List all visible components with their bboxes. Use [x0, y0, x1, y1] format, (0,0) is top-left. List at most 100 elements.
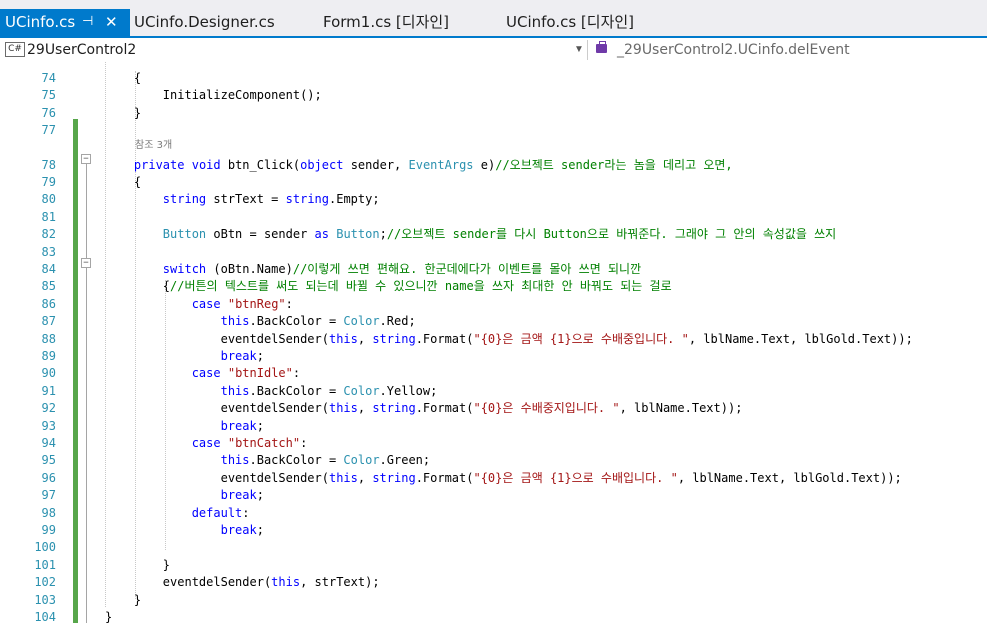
code-token: oBtn = sender [206, 227, 315, 241]
pin-icon[interactable]: ⊣ [82, 9, 93, 35]
code-token: .Yellow; [379, 384, 438, 398]
code-line[interactable]: break; [105, 418, 264, 435]
project-dropdown[interactable]: 29UserControl2 [27, 40, 136, 60]
code-token: : [292, 366, 301, 380]
line-number: 98 [41, 506, 56, 520]
code-line[interactable]: break; [105, 522, 264, 539]
code-line[interactable]: switch (oBtn.Name)//이렇게 쓰면 편해요. 한군데에다가 이… [105, 261, 641, 278]
code-token: sender, [343, 158, 409, 172]
code-line[interactable]: case "btnIdle": [105, 365, 300, 382]
code-line[interactable]: } [105, 609, 112, 623]
code-line[interactable]: this.BackColor = Color.Green; [105, 452, 431, 469]
code-token: .Empty; [329, 192, 380, 206]
code-keyword: break [220, 349, 257, 363]
code-keyword: this [220, 384, 250, 398]
code-line[interactable]: this.BackColor = Color.Red; [105, 313, 416, 330]
code-token: .BackColor = [249, 453, 344, 467]
code-line[interactable]: case "btnCatch": [105, 435, 308, 452]
code-comment: //버튼의 텍스트를 써도 되는데 바뀔 수 있으니깐 name을 쓰자 최대한… [170, 279, 672, 293]
code-line[interactable]: { [105, 70, 141, 87]
delegate-icon [596, 41, 607, 53]
code-token: .Format( [415, 471, 474, 485]
code-line[interactable]: } [105, 105, 141, 122]
code-line[interactable]: private void btn_Click(object sender, Ev… [105, 157, 733, 174]
line-number: 84 [41, 262, 56, 276]
code-token: , [357, 471, 373, 485]
tab-form1-design[interactable]: Form1.cs [디자인] [323, 9, 449, 35]
line-number: 78 [41, 158, 56, 172]
code-line[interactable]: this.BackColor = Color.Yellow; [105, 383, 438, 400]
chevron-down-icon[interactable]: ▼ [574, 40, 584, 60]
code-line[interactable]: break; [105, 348, 264, 365]
tab-ucinfo-cs[interactable]: UCinfo.cs ⊣ ✕ [0, 9, 130, 36]
close-icon[interactable]: ✕ [105, 9, 118, 35]
code-token: eventdelSender( [105, 471, 329, 485]
line-number: 79 [41, 175, 56, 189]
code-token: ; [256, 419, 264, 433]
line-number: 74 [41, 71, 56, 85]
line-number: 85 [41, 279, 56, 293]
code-line[interactable]: eventdelSender(this, string.Format("{0}은… [105, 400, 743, 417]
code-token: , lblName.Text, lblGold.Text)); [688, 332, 913, 346]
code-comment: //오브젝트 sender를 다시 Button으로 바꿔준다. 그래야 그 안… [386, 227, 837, 241]
code-line[interactable]: eventdelSender(this, string.Format("{0}은… [105, 470, 902, 487]
code-token: : [300, 436, 308, 450]
code-token: ; [379, 227, 387, 241]
code-token: InitializeComponent(); [105, 88, 322, 102]
code-keyword: case [191, 297, 221, 311]
code-line[interactable]: { [105, 174, 141, 191]
csharp-project-icon: C# [5, 42, 25, 57]
code-line[interactable]: Button oBtn = sender as Button;//오브젝트 se… [105, 226, 836, 243]
code-token: : [285, 297, 293, 311]
code-keyword: string [372, 471, 416, 485]
member-dropdown[interactable]: _29UserControl2.UCinfo.delEvent [617, 40, 850, 60]
outline-line [86, 268, 87, 623]
code-line[interactable]: {//버튼의 텍스트를 써도 되는데 바뀔 수 있으니깐 name을 쓰자 최대… [105, 278, 672, 295]
code-editor[interactable]: − − 참조 3개 74 {75 InitializeComponent(); 7… [0, 62, 987, 623]
line-number: 101 [34, 558, 56, 572]
code-keyword: break [220, 419, 257, 433]
codelens-references[interactable]: 참조 3개 [135, 139, 172, 152]
tab-ucinfo-design[interactable]: UCinfo.cs [디자인] [506, 9, 634, 35]
line-number: 91 [41, 384, 56, 398]
collapse-icon[interactable]: − [81, 154, 91, 164]
line-number: 76 [41, 106, 56, 120]
code-line[interactable]: break; [105, 487, 264, 504]
line-number: 77 [41, 123, 56, 137]
code-line[interactable]: case "btnReg": [105, 296, 293, 313]
code-line[interactable]: string strText = string.Empty; [105, 191, 380, 208]
code-keyword: default [191, 506, 243, 520]
code-token: .Green; [379, 453, 431, 467]
code-comment: //이렇게 쓰면 편해요. 한군데에다가 이벤트를 몰아 쓰면 되니깐 [292, 262, 642, 276]
line-number: 87 [41, 314, 56, 328]
code-line[interactable]: default: [105, 505, 250, 522]
line-number: 86 [41, 297, 56, 311]
line-number: 104 [34, 610, 56, 623]
code-string: "btnIdle" [227, 366, 293, 380]
code-keyword: string [372, 401, 416, 415]
tab-ucinfo-designer-cs[interactable]: UCinfo.Designer.cs [134, 9, 275, 35]
code-token: .Red; [379, 314, 416, 328]
code-line[interactable]: } [105, 592, 141, 609]
code-token: ; [256, 349, 264, 363]
code-string: "{0}은 금액 {1}으로 수배중입니다. " [473, 332, 689, 346]
line-number: 97 [41, 488, 56, 502]
code-line[interactable]: InitializeComponent(); [105, 87, 322, 104]
code-line[interactable]: eventdelSender(this, strText); [105, 574, 380, 591]
code-line[interactable]: } [105, 557, 170, 574]
collapse-icon[interactable]: − [81, 258, 91, 268]
code-line[interactable]: eventdelSender(this, string.Format("{0}은… [105, 331, 913, 348]
line-number: 80 [41, 192, 56, 206]
code-keyword: case [191, 366, 221, 380]
line-number: 92 [41, 401, 56, 415]
line-number: 102 [34, 575, 56, 589]
code-token: } [105, 593, 142, 607]
